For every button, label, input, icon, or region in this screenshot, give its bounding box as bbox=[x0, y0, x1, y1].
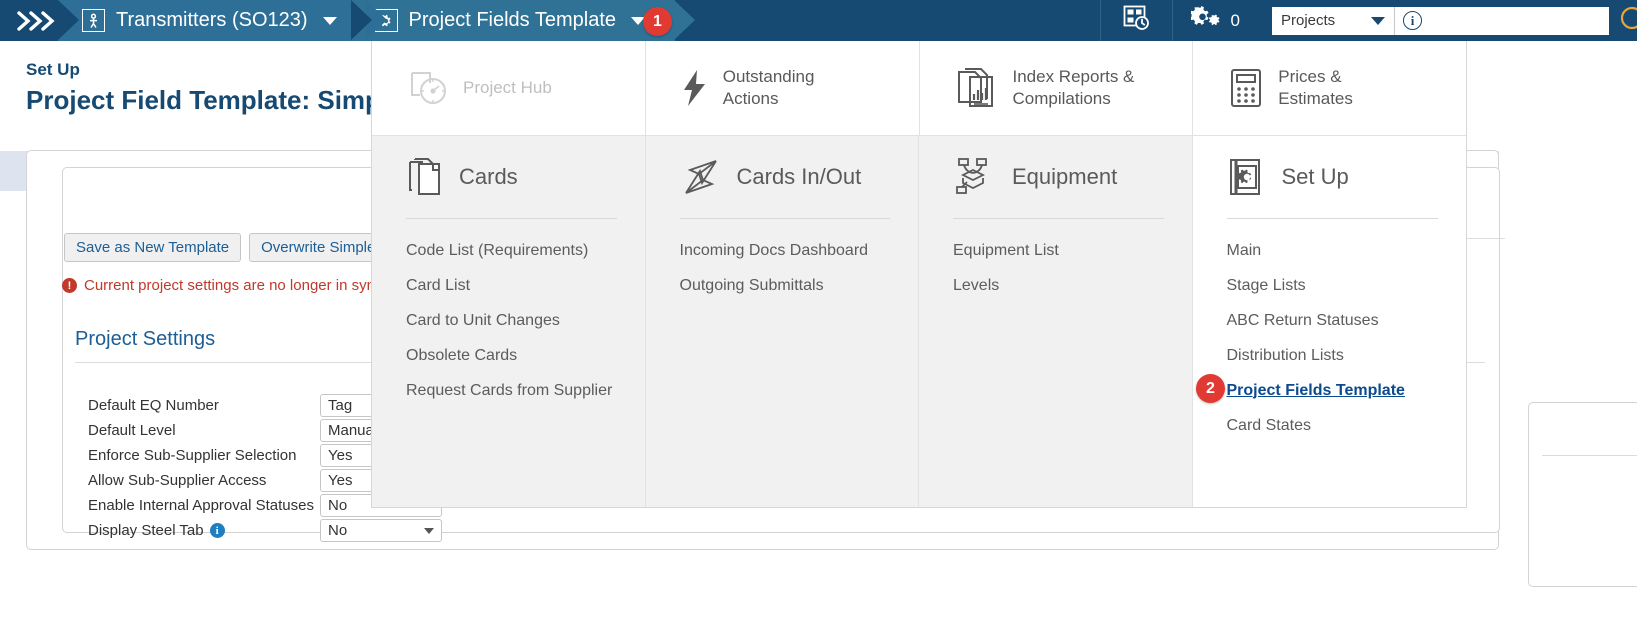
menu-column-header[interactable]: Equipment bbox=[919, 136, 1192, 218]
chevrons-right-icon bbox=[14, 9, 58, 33]
setting-value-display-steel-tab[interactable]: No bbox=[320, 519, 442, 542]
menu-column-equipment: Equipment Equipment List Levels bbox=[919, 136, 1193, 507]
setting-value-text: No bbox=[328, 522, 348, 539]
menu-item-main[interactable]: Main bbox=[1193, 233, 1467, 268]
menu-item-index-reports-compilations[interactable]: Index Reports & Compilations bbox=[920, 41, 1194, 135]
setting-row: Display Steel Tab i No bbox=[88, 518, 442, 543]
menu-item-code-list-requirements[interactable]: Code List (Requirements) bbox=[372, 233, 645, 268]
setting-label-text: Display Steel Tab bbox=[88, 522, 204, 539]
overflow-icon-area[interactable] bbox=[1609, 6, 1637, 35]
menu-column-header[interactable]: Set Up bbox=[1193, 136, 1467, 218]
settings-button[interactable]: 0 bbox=[1173, 5, 1258, 36]
info-field[interactable]: i bbox=[1394, 6, 1609, 35]
menu-item-label: Project Hub bbox=[463, 78, 552, 97]
annotation-badge-1: 1 bbox=[643, 7, 672, 36]
menu-item-levels[interactable]: Levels bbox=[919, 268, 1192, 303]
paper-planes-icon bbox=[680, 157, 722, 197]
menu-column-header[interactable]: Cards bbox=[372, 136, 645, 218]
setting-label: Default EQ Number bbox=[88, 397, 219, 414]
recent-items-icon bbox=[1123, 5, 1150, 36]
project-settings-title: Project Settings bbox=[75, 328, 216, 350]
info-circle-icon[interactable]: i bbox=[209, 523, 225, 538]
person-document-icon bbox=[82, 9, 105, 32]
gears-icon bbox=[1189, 5, 1222, 36]
lightning-bolt-icon bbox=[682, 69, 708, 107]
top-navigation-bar: Transmitters (SO123) Project Fields Temp… bbox=[0, 0, 1637, 41]
menu-item-card-to-unit-changes[interactable]: Card to Unit Changes bbox=[372, 303, 645, 338]
breadcrumb: Transmitters (SO123) Project Fields Temp… bbox=[0, 0, 695, 41]
menu-column-header[interactable]: Cards In/Out bbox=[646, 136, 919, 218]
menu-item-equipment-list[interactable]: Equipment List bbox=[919, 233, 1192, 268]
menu-item-obsolete-cards[interactable]: Obsolete Cards bbox=[372, 338, 645, 373]
menu-column-title: Equipment bbox=[1012, 164, 1118, 189]
menu-item-project-fields-template[interactable]: Project Fields Template bbox=[1193, 373, 1467, 408]
menu-column-title: Cards bbox=[459, 164, 518, 189]
project-scope-value: Projects bbox=[1281, 12, 1336, 29]
calculator-icon bbox=[1229, 68, 1263, 108]
breadcrumb-label: Project Fields Template bbox=[408, 9, 617, 31]
divider-secondary-card bbox=[1542, 455, 1637, 456]
project-scope-select[interactable]: Projects bbox=[1272, 6, 1394, 35]
setting-label: Enable Internal Approval Statuses bbox=[88, 497, 314, 514]
partial-circle-icon bbox=[1615, 6, 1637, 35]
menu-item-outstanding-actions[interactable]: Outstanding Actions bbox=[646, 41, 920, 135]
secondary-card bbox=[1528, 402, 1637, 587]
menu-item-label: Index Reports & Compilations bbox=[1012, 67, 1135, 108]
menu-column-list: Equipment List Levels bbox=[919, 219, 1192, 303]
menu-item-card-list[interactable]: Card List bbox=[372, 268, 645, 303]
gear-count: 0 bbox=[1230, 10, 1240, 30]
stacked-reports-icon bbox=[956, 67, 998, 109]
menu-item-stage-lists[interactable]: Stage Lists bbox=[1193, 268, 1467, 303]
mega-menu-top-row: Project Hub Outstanding Actions Index Re… bbox=[372, 41, 1466, 136]
info-circle-icon: i bbox=[1403, 11, 1422, 30]
menu-item-prices-estimates[interactable]: Prices & Estimates bbox=[1193, 41, 1466, 135]
menu-column-list: Incoming Docs Dashboard Outgoing Submitt… bbox=[646, 219, 919, 303]
top-bar-right-tools: 0 Projects i bbox=[1099, 0, 1637, 41]
chevron-down-icon bbox=[424, 527, 434, 534]
menu-item-project-hub[interactable]: Project Hub bbox=[372, 41, 646, 135]
menu-item-label: Prices & Estimates bbox=[1278, 67, 1353, 108]
breadcrumb-project-fields-template[interactable]: Project Fields Template bbox=[350, 0, 695, 41]
error-icon: ! bbox=[62, 278, 77, 293]
mega-menu-columns: Cards Code List (Requirements) Card List… bbox=[372, 136, 1466, 507]
menu-item-request-cards-from-supplier[interactable]: Request Cards from Supplier bbox=[372, 373, 645, 408]
setting-label: Display Steel Tab i bbox=[88, 522, 320, 539]
menu-column-cards: Cards Code List (Requirements) Card List… bbox=[372, 136, 646, 507]
setting-label: Allow Sub-Supplier Access bbox=[88, 472, 267, 489]
menu-column-title: Set Up bbox=[1281, 164, 1349, 189]
menu-column-list: Code List (Requirements) Card List Card … bbox=[372, 219, 645, 408]
chevron-down-icon[interactable] bbox=[322, 16, 337, 25]
recent-items-button[interactable] bbox=[1101, 0, 1172, 41]
menu-item-distribution-lists[interactable]: Distribution Lists bbox=[1193, 338, 1467, 373]
menu-item-label: Outstanding Actions bbox=[722, 67, 815, 108]
annotation-badge-2: 2 bbox=[1196, 374, 1225, 403]
chevron-down-icon bbox=[1371, 16, 1385, 25]
setting-label: Default Level bbox=[88, 422, 176, 439]
dashboard-gauge-icon bbox=[408, 69, 448, 107]
save-as-new-template-button[interactable]: Save as New Template bbox=[64, 233, 242, 262]
menu-column-cards-in-out: Cards In/Out Incoming Docs Dashboard Out… bbox=[645, 136, 919, 507]
copy-pages-icon bbox=[406, 156, 444, 198]
breadcrumb-transmitters[interactable]: Transmitters (SO123) bbox=[58, 0, 387, 41]
menu-item-card-states[interactable]: Card States bbox=[1193, 408, 1467, 443]
menu-item-incoming-docs-dashboard[interactable]: Incoming Docs Dashboard bbox=[646, 233, 919, 268]
menu-column-title: Cards In/Out bbox=[736, 164, 862, 189]
menu-item-abc-return-statuses[interactable]: ABC Return Statuses bbox=[1193, 303, 1467, 338]
gear-book-icon bbox=[1227, 157, 1267, 197]
setting-label: Enforce Sub-Supplier Selection bbox=[88, 447, 297, 464]
menu-column-set-up: Set Up Main Stage Lists ABC Return Statu… bbox=[1192, 136, 1467, 507]
menu-item-outgoing-submittals[interactable]: Outgoing Submittals bbox=[646, 268, 919, 303]
mega-menu: Project Hub Outstanding Actions Index Re… bbox=[371, 41, 1467, 508]
menu-column-list: Main Stage Lists ABC Return Statuses Dis… bbox=[1193, 219, 1467, 443]
breadcrumb-label: Transmitters (SO123) bbox=[116, 9, 308, 31]
equipment-network-icon bbox=[953, 156, 997, 198]
